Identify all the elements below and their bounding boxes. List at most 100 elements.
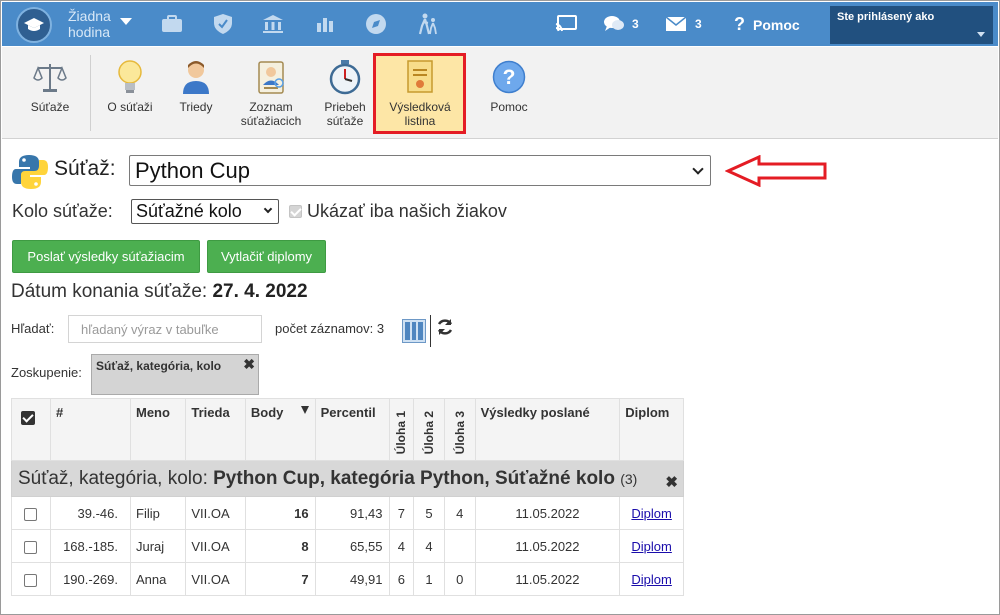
ribbon-label: Triedy — [179, 100, 213, 114]
group-row-cell: Súťaž, kategória, kolo: Python Cup, kate… — [11, 460, 684, 497]
grouping-chip[interactable]: Súťaž, kategória, kolo ✖ — [91, 354, 259, 395]
cell-task-1: 6 — [388, 562, 415, 596]
search-input[interactable]: hľadaný výraz v tabuľke — [68, 315, 262, 343]
row-select-cell — [11, 496, 51, 530]
help-top-button[interactable]: ? Pomoc — [734, 14, 800, 35]
sort-descending-icon — [300, 406, 309, 414]
cell-points: 7 — [244, 562, 316, 596]
row-checkbox[interactable] — [24, 573, 38, 587]
header-task-2[interactable]: Úloha 2 — [413, 398, 445, 461]
cell-percentile: 91,43 — [314, 496, 390, 530]
grouping-chip-label: Súťaž, kategória, kolo — [96, 359, 222, 373]
only-our-students-label: Ukázať iba našich žiakov — [307, 201, 507, 221]
scales-icon — [30, 57, 70, 97]
ribbon-label: Súťaže — [30, 100, 70, 114]
header-class[interactable]: Trieda — [185, 398, 246, 461]
header-results-sent[interactable]: Výsledky poslané — [474, 398, 621, 461]
send-results-button[interactable]: Poslať výsledky súťažiacim — [12, 240, 200, 273]
header-rank[interactable]: # — [49, 398, 132, 461]
ribbon-item-competitions[interactable]: Súťaže — [20, 47, 80, 139]
round-select[interactable]: Súťažné kolo — [131, 199, 279, 224]
columns-chooser-icon[interactable] — [402, 319, 426, 343]
help-top-label: Pomoc — [753, 16, 800, 33]
compass-icon[interactable] — [364, 12, 388, 36]
cell-task-1: 7 — [388, 496, 415, 530]
refresh-icon[interactable] — [436, 318, 454, 336]
cell-task-3 — [443, 529, 476, 563]
user-account-dropdown[interactable]: Ste prihlásený ako — [830, 6, 993, 44]
table-row[interactable]: 190.-269. Anna VII.OA 7 49,91 6 1 0 11.0… — [11, 562, 684, 596]
ribbon-separator — [90, 55, 91, 131]
header-task-2-label: Úloha 2 — [421, 410, 436, 454]
cell-diploma: Diplom — [619, 529, 684, 563]
ribbon-label: O súťaži — [107, 100, 153, 114]
stopwatch-icon — [325, 57, 365, 97]
group-row[interactable]: Súťaž, kategória, kolo: Python Cup, kate… — [11, 460, 684, 497]
only-our-students-toggle[interactable]: Ukázať iba našich žiakov — [289, 201, 507, 222]
cast-screen-icon[interactable] — [554, 12, 578, 36]
ribbon-item-about[interactable]: O súťaži — [100, 47, 160, 139]
lesson-hour-line2: hodina — [68, 24, 111, 40]
toolbar-divider — [430, 315, 431, 347]
chevron-down-icon — [263, 204, 273, 214]
ribbon-label: Zoznam súťažiacich — [240, 100, 302, 128]
header-name[interactable]: Meno — [129, 398, 187, 461]
header-points[interactable]: Body — [244, 398, 316, 461]
competition-select[interactable]: Python Cup — [129, 155, 711, 186]
school-logo-icon[interactable] — [16, 7, 52, 43]
cell-task-2: 5 — [413, 496, 445, 530]
shield-icon[interactable] — [211, 12, 235, 36]
bank-icon[interactable] — [261, 12, 285, 36]
cell-class: VII.OA — [185, 562, 246, 596]
ribbon-item-help[interactable]: ? Pomoc — [482, 47, 536, 139]
ribbon-item-progress[interactable]: Priebeh súťaže — [316, 47, 374, 139]
row-select-cell — [11, 529, 51, 563]
cell-results-sent: 11.05.2022 — [474, 496, 621, 530]
header-task-3[interactable]: Úloha 3 — [443, 398, 476, 461]
row-select-cell — [11, 562, 51, 596]
cell-diploma: Diplom — [619, 496, 684, 530]
walking-people-icon[interactable] — [416, 12, 440, 36]
lesson-hour-select[interactable]: Žiadna hodina — [68, 8, 138, 42]
table-row[interactable]: 168.-185. Juraj VII.OA 8 65,55 4 4 11.05… — [11, 529, 684, 563]
remove-grouping-close-icon[interactable]: ✖ — [243, 356, 255, 373]
bar-chart-icon[interactable] — [313, 12, 337, 36]
cell-percentile: 65,55 — [314, 529, 390, 563]
cell-points: 16 — [244, 496, 316, 530]
row-checkbox[interactable] — [24, 540, 38, 554]
diploma-link[interactable]: Diplom — [631, 506, 671, 521]
cell-class: VII.OA — [185, 496, 246, 530]
diploma-link[interactable]: Diplom — [631, 572, 671, 587]
header-diploma[interactable]: Diplom — [619, 398, 684, 461]
mail-icon[interactable] — [664, 12, 688, 36]
briefcase-icon[interactable] — [160, 12, 184, 36]
select-all-header[interactable] — [11, 398, 51, 461]
svg-text:?: ? — [503, 66, 516, 89]
app-window: Žiadna hodina 3 3 ? Pomoc Ste prihlásený… — [0, 0, 1000, 615]
ribbon-label: Výsledková listina — [389, 100, 451, 128]
header-task-1-label: Úloha 1 — [394, 410, 409, 454]
ribbon-item-classes[interactable]: Triedy — [168, 47, 224, 139]
chevron-down-icon — [977, 32, 985, 37]
table-row[interactable]: 39.-46. Filip VII.OA 16 91,43 7 5 4 11.0… — [11, 496, 684, 530]
competition-selected-value: Python Cup — [135, 158, 250, 183]
select-all-checkbox[interactable] — [21, 411, 35, 425]
chat-bubbles-icon[interactable] — [602, 12, 626, 36]
header-percentile[interactable]: Percentil — [314, 398, 390, 461]
only-our-students-checkbox[interactable] — [289, 205, 302, 218]
lightbulb-icon — [110, 57, 150, 97]
python-logo-icon — [11, 153, 49, 191]
cell-diploma: Diplom — [619, 562, 684, 596]
cell-results-sent: 11.05.2022 — [474, 562, 621, 596]
round-selected-value: Súťažné kolo — [136, 201, 242, 221]
competition-date: Dátum konania súťaže: 27. 4. 2022 — [11, 281, 308, 303]
ribbon-item-contestants-list[interactable]: Zoznam súťažiacich — [232, 47, 310, 139]
close-group-icon[interactable]: ✖ — [665, 473, 678, 491]
header-task-1[interactable]: Úloha 1 — [388, 398, 415, 461]
print-diplomas-button[interactable]: Vytlačiť diplomy — [207, 240, 326, 273]
group-count: (3) — [620, 470, 638, 487]
ribbon-item-results-sheet[interactable]: Výsledková listina — [379, 47, 461, 139]
cell-task-2: 4 — [413, 529, 445, 563]
row-checkbox[interactable] — [24, 507, 38, 521]
diploma-link[interactable]: Diplom — [631, 539, 671, 554]
